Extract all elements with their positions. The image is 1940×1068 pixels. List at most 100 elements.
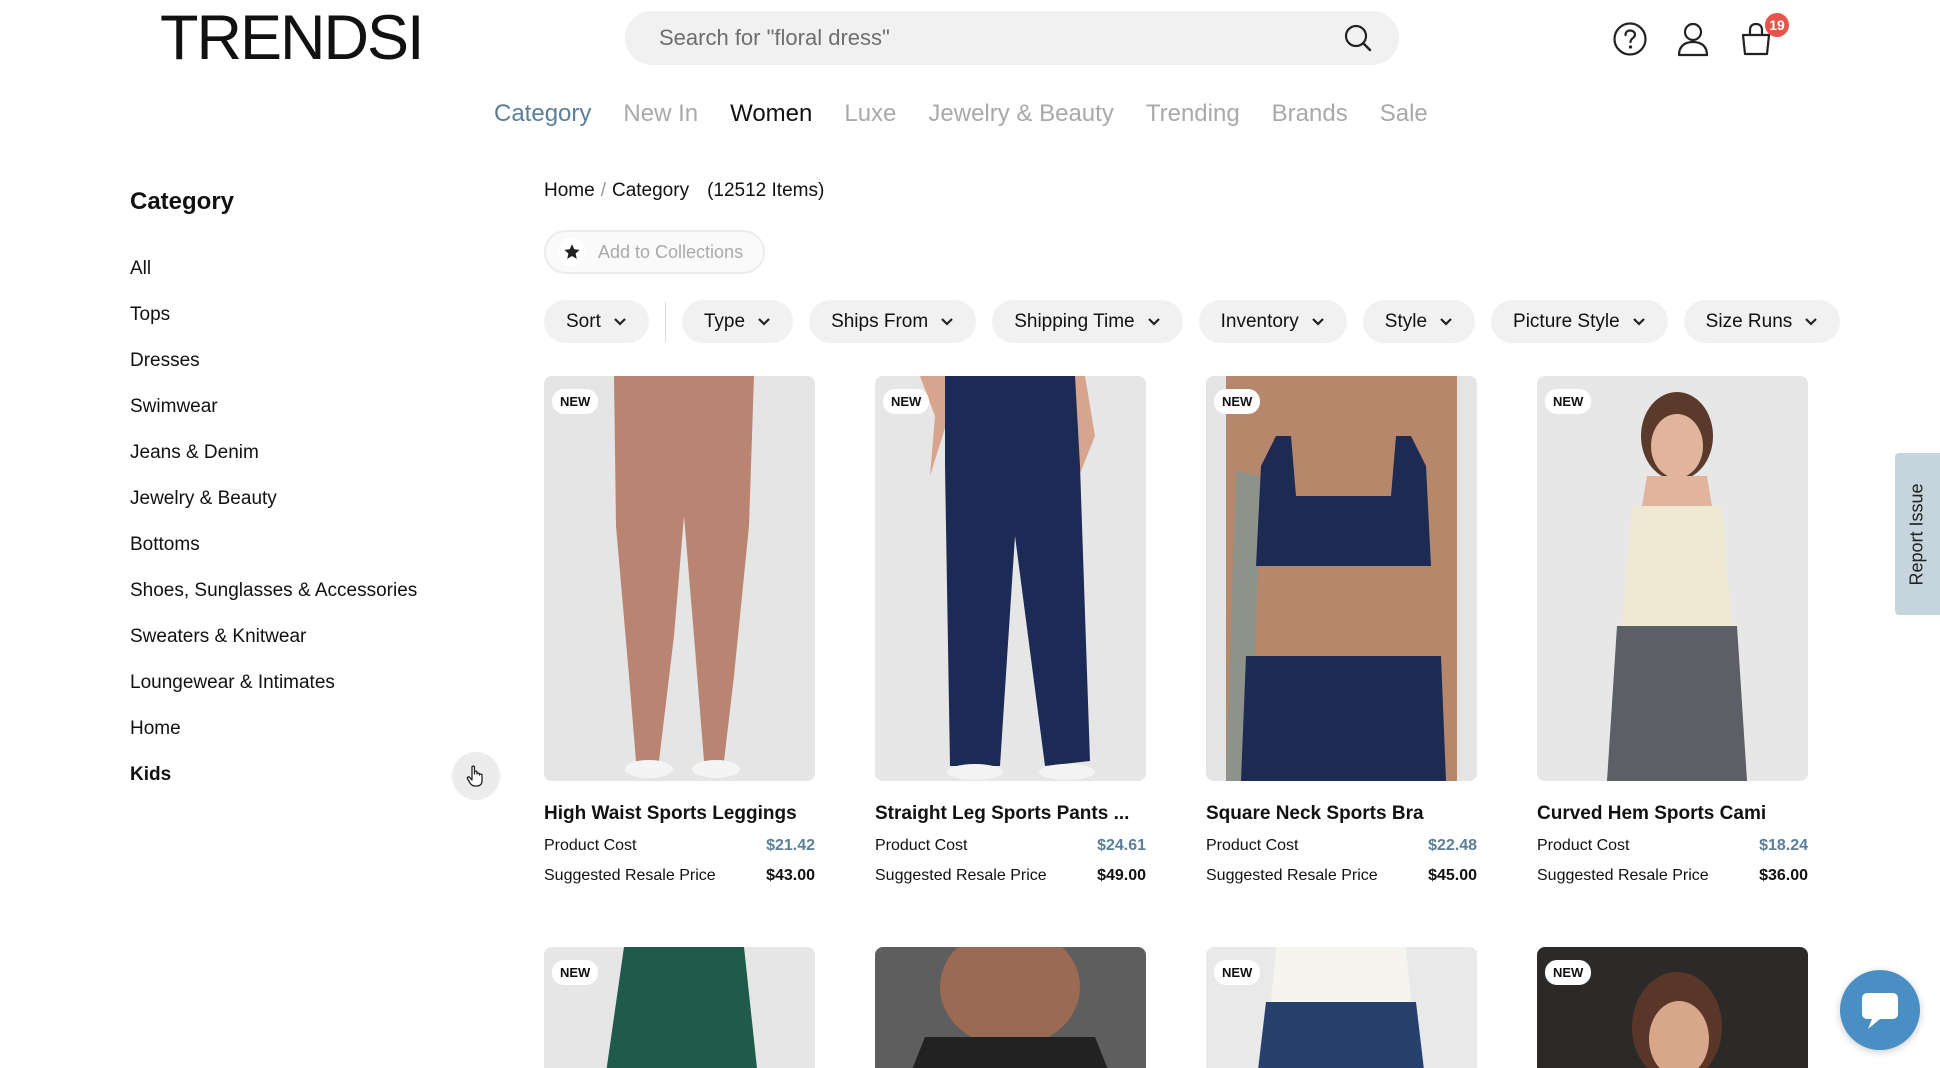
filter-label: Inventory <box>1220 310 1299 332</box>
resale-price-label: Suggested Resale Price <box>1537 867 1709 884</box>
product-card[interactable]: NEW <box>1206 947 1477 1068</box>
product-cost-row: Product Cost $24.61 <box>875 837 1146 855</box>
resale-price-row: Suggested Resale Price $45.00 <box>1206 867 1477 885</box>
nav-trending[interactable]: Trending <box>1146 100 1240 128</box>
nav-sale[interactable]: Sale <box>1380 100 1428 128</box>
sidebar-item-dresses[interactable]: Dresses <box>130 338 417 384</box>
breadcrumb: Home / Category (12512 Items) <box>544 180 824 202</box>
filter-type[interactable]: Type <box>681 300 794 343</box>
filter-bar: Sort Type Ships From Shipping Time Inven… <box>544 300 1841 343</box>
product-cost-row: Product Cost $22.48 <box>1206 837 1477 855</box>
sidebar-item-loungewear-intimates[interactable]: Loungewear & Intimates <box>130 660 417 706</box>
hand-cursor-icon <box>466 765 483 787</box>
new-badge: NEW <box>552 389 599 414</box>
sidebar-item-bottoms[interactable]: Bottoms <box>130 522 417 568</box>
search-icon[interactable] <box>1343 23 1373 53</box>
filter-picture-style[interactable]: Picture Style <box>1491 300 1668 343</box>
filter-label: Size Runs <box>1705 310 1793 332</box>
filter-label: Style <box>1384 310 1428 332</box>
product-card[interactable]: NEW Straight Leg Sports Pants ... Produc… <box>875 376 1146 885</box>
page: TRENDSI 19 <box>0 0 1940 1068</box>
trendsi-logo[interactable]: TRENDSI <box>160 7 425 70</box>
chat-bubble-icon <box>1862 993 1898 1029</box>
add-to-collections-button[interactable]: Add to Collections <box>544 230 766 274</box>
product-cost-row: Product Cost $21.42 <box>544 837 815 855</box>
resale-price-row: Suggested Resale Price $43.00 <box>544 867 815 885</box>
chevron-down-icon <box>1805 317 1818 326</box>
breadcrumb-current: Category <box>611 180 690 201</box>
add-to-collections-label: Add to Collections <box>598 241 744 262</box>
product-image[interactable]: NEW <box>1537 376 1808 781</box>
filter-divider <box>664 301 666 342</box>
filter-inventory[interactable]: Inventory <box>1198 300 1347 343</box>
chevron-down-icon <box>1632 317 1645 326</box>
sidebar-item-all[interactable]: All <box>130 246 417 292</box>
sidebar-item-swimwear[interactable]: Swimwear <box>130 384 417 430</box>
product-title[interactable]: Square Neck Sports Bra <box>1206 803 1477 825</box>
sidebar-item-shoes-accessories[interactable]: Shoes, Sunglasses & Accessories <box>130 568 417 614</box>
nav-jewelry-beauty[interactable]: Jewelry & Beauty <box>928 100 1113 128</box>
filter-shipping-time[interactable]: Shipping Time <box>992 300 1183 343</box>
nav-brands[interactable]: Brands <box>1272 100 1348 128</box>
cart-icon[interactable]: 19 <box>1738 13 1789 58</box>
product-title[interactable]: Curved Hem Sports Cami <box>1537 803 1808 825</box>
product-image[interactable]: NEW <box>1206 947 1477 1068</box>
product-card[interactable]: NEW <box>544 947 815 1068</box>
nav-luxe[interactable]: Luxe <box>844 100 896 128</box>
chat-button[interactable] <box>1840 970 1920 1050</box>
chevron-down-icon <box>758 317 770 326</box>
breadcrumb-home[interactable]: Home <box>544 180 595 202</box>
product-image[interactable] <box>875 947 1146 1068</box>
filter-label: Sort <box>566 310 601 332</box>
sidebar-item-tops[interactable]: Tops <box>130 292 417 338</box>
header-icons: 19 <box>1612 13 1789 58</box>
star-icon <box>558 238 586 266</box>
account-icon[interactable] <box>1675 20 1711 58</box>
filter-label: Picture Style <box>1513 310 1620 332</box>
sidebar-item-sweaters-knitwear[interactable]: Sweaters & Knitwear <box>130 614 417 660</box>
nav-women[interactable]: Women <box>730 100 812 128</box>
sidebar-item-jeans-denim[interactable]: Jeans & Denim <box>130 430 417 476</box>
resale-price-label: Suggested Resale Price <box>544 867 716 884</box>
resale-price-row: Suggested Resale Price $36.00 <box>1537 867 1808 885</box>
search-bar[interactable] <box>625 11 1399 65</box>
product-card[interactable]: NEW Square Neck Sports Bra Product Cost … <box>1206 376 1477 885</box>
sidebar-item-kids[interactable]: Kids <box>130 752 417 798</box>
breadcrumb-separator: / <box>600 180 606 201</box>
product-card[interactable]: NEW <box>1537 947 1808 1068</box>
chevron-down-icon <box>1440 317 1452 326</box>
report-issue-tab[interactable]: Report Issue <box>1895 453 1940 615</box>
product-image[interactable]: NEW <box>544 376 815 781</box>
resale-price-row: Suggested Resale Price $49.00 <box>875 867 1146 885</box>
product-cost-row: Product Cost $18.24 <box>1537 837 1808 855</box>
cart-count-badge: 19 <box>1765 13 1789 37</box>
filter-ships-from[interactable]: Ships From <box>809 300 977 343</box>
sidebar-item-jewelry-beauty[interactable]: Jewelry & Beauty <box>130 476 417 522</box>
product-card[interactable] <box>875 947 1146 1068</box>
nav-new-in[interactable]: New In <box>623 100 698 128</box>
product-image[interactable]: NEW <box>544 947 815 1068</box>
search-input[interactable] <box>659 25 1343 51</box>
filter-sort[interactable]: Sort <box>544 300 649 343</box>
filter-size-runs[interactable]: Size Runs <box>1683 300 1841 343</box>
filter-label: Ships From <box>831 310 929 332</box>
new-badge: NEW <box>1214 960 1261 985</box>
product-cost-label: Product Cost <box>1206 837 1299 854</box>
filter-style[interactable]: Style <box>1362 300 1476 343</box>
product-title[interactable]: Straight Leg Sports Pants ... <box>875 803 1146 825</box>
product-image[interactable]: NEW <box>1206 376 1477 781</box>
product-card[interactable]: NEW Curved Hem Sports Cami Product Cost … <box>1537 376 1808 885</box>
new-badge: NEW <box>883 389 930 414</box>
filter-label: Shipping Time <box>1014 310 1135 332</box>
new-badge: NEW <box>1545 389 1592 414</box>
help-icon[interactable] <box>1612 20 1648 58</box>
product-card[interactable]: NEW High Waist Sports Leggings Product C… <box>544 376 815 885</box>
product-image[interactable]: NEW <box>1537 947 1808 1068</box>
product-cost: $22.48 <box>1428 837 1477 854</box>
new-badge: NEW <box>1545 960 1592 985</box>
resale-price: $49.00 <box>1097 867 1146 884</box>
sidebar-item-home[interactable]: Home <box>130 706 417 752</box>
nav-category[interactable]: Category <box>494 100 591 128</box>
product-title[interactable]: High Waist Sports Leggings <box>544 803 815 825</box>
product-image[interactable]: NEW <box>875 376 1146 781</box>
